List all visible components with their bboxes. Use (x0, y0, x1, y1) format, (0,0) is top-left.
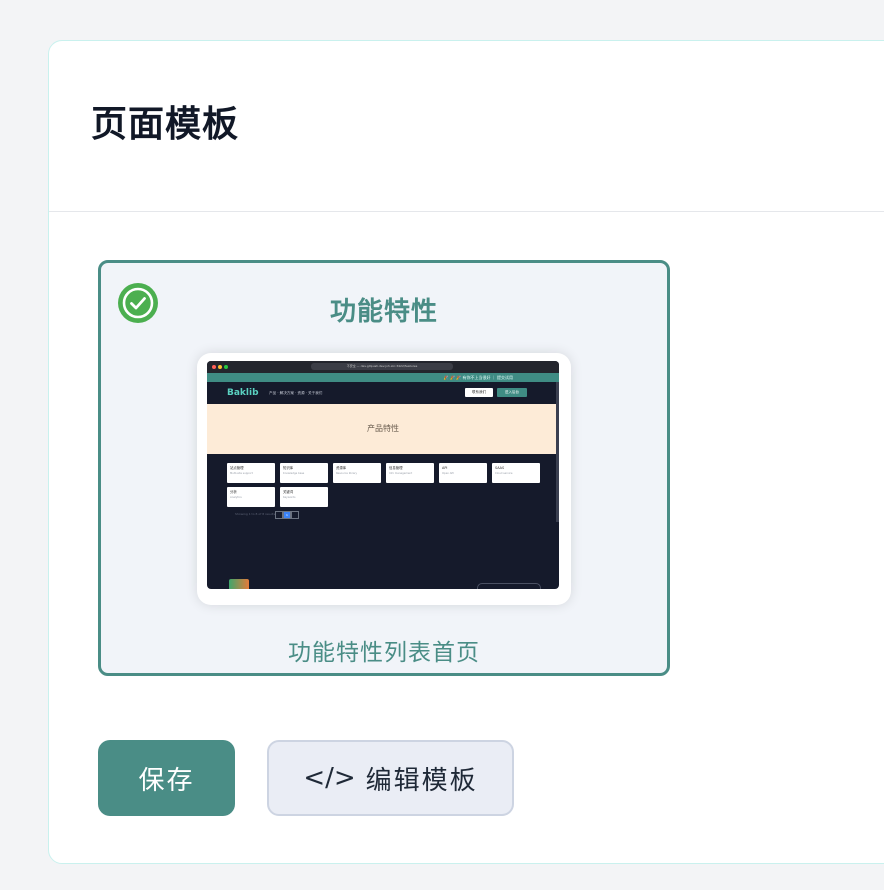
thumb-menu: 产品 · 解决方案 · 资源 · 关于我们 (269, 391, 323, 395)
thumb-hero: 产品特性 (207, 404, 559, 454)
thumb-next-icon (291, 511, 299, 519)
thumb-scrollbar (556, 382, 559, 522)
template-card-features[interactable]: 功能特性 不安全 — dev.gitpush.dev.jvh.xin:3422/… (98, 260, 670, 676)
thumb-fab-icon (229, 579, 249, 589)
divider (49, 211, 884, 212)
thumb-browser-bar: 不安全 — dev.gitpush.dev.jvh.xin:3422/featu… (207, 361, 559, 373)
template-description: 功能特性列表首页 (288, 640, 480, 666)
template-thumbnail: 不安全 — dev.gitpush.dev.jvh.xin:3422/featu… (197, 353, 571, 605)
thumbnail-screenshot: 不安全 — dev.gitpush.dev.jvh.xin:3422/featu… (207, 361, 559, 589)
thumb-url: 不安全 — dev.gitpush.dev.jvh.xin:3422/featu… (311, 363, 453, 370)
edit-template-button[interactable]: </> 编辑模板 (267, 740, 514, 816)
code-icon: </> (303, 763, 356, 793)
thumb-logo: Baklib (227, 388, 259, 398)
thumb-contact-button: 联系我们 (465, 388, 493, 397)
thumb-card: API Open API (439, 463, 487, 483)
thumb-pagination-text: Showing 1 to 8 of 8 results (235, 512, 276, 516)
thumb-banner: 🎉 🎉 🎉 有你不上当很好 ｜ 提交试用 (207, 373, 559, 382)
thumb-login-button: 进入后台 (497, 388, 527, 397)
thumb-page-current: 1 (283, 511, 291, 519)
save-button[interactable]: 保存 (98, 740, 235, 816)
page-title: 页面模板 (91, 104, 240, 145)
thumb-card: 关键词 Keywords (280, 487, 328, 507)
template-name: 功能特性 (329, 297, 438, 327)
thumb-card: SAAS Cloud service (492, 463, 540, 483)
thumb-chat-box (477, 583, 541, 589)
thumb-card: 资源库 Resource library (333, 463, 381, 483)
thumb-nav: Baklib 产品 · 解决方案 · 资源 · 关于我们 联系我们 进入后台 (207, 382, 559, 404)
thumb-prev-icon (275, 511, 283, 519)
thumb-card: 信息管理 Info management (386, 463, 434, 483)
thumb-card: 分析 Analytics (227, 487, 275, 507)
thumb-card: 知识库 Knowledge base (280, 463, 328, 483)
thumb-card: 站点管理 Multi-site support (227, 463, 275, 483)
edit-template-label: 编辑模板 (365, 765, 478, 796)
